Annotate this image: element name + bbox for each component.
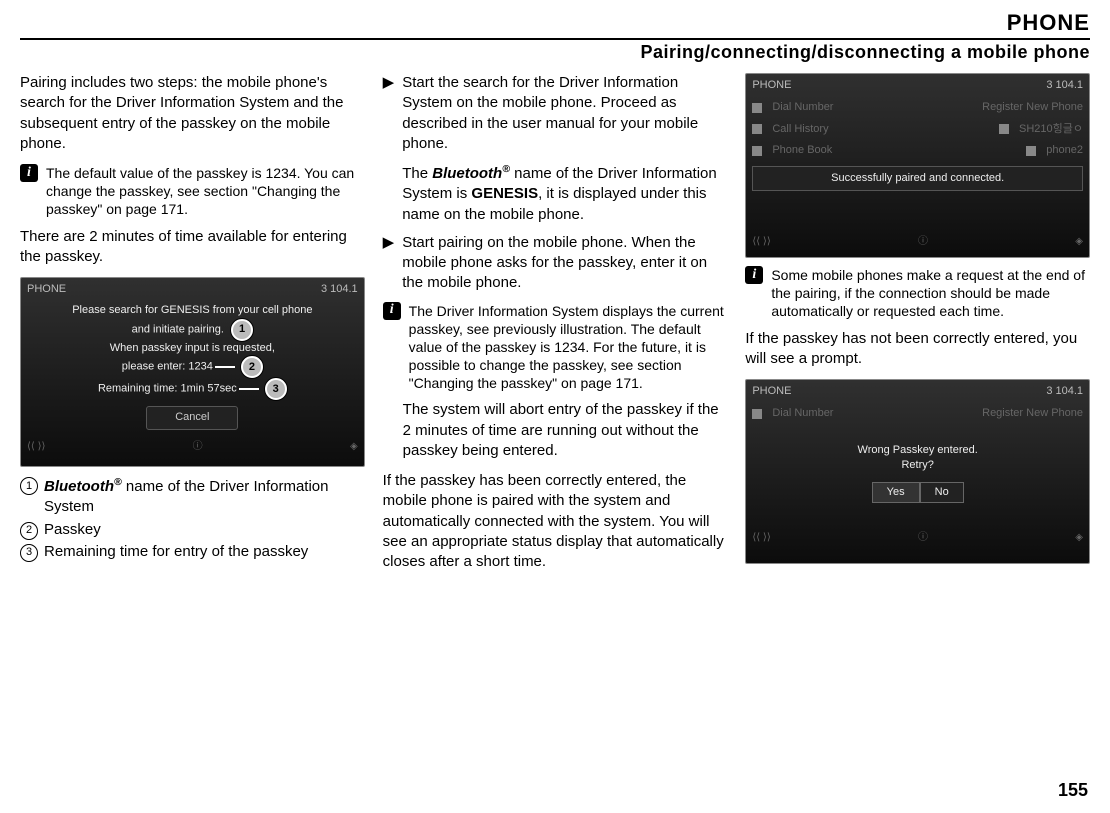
step-1: ▶ Start the search for the Driver Inform… (383, 73, 728, 225)
s1b-gen: GENESIS (471, 185, 538, 202)
column-2: ▶ Start the search for the Driver Inform… (383, 73, 728, 582)
screenshot-wrong-passkey: PHONE 3 104.1 Dial Number Register New Ph… (745, 379, 1090, 564)
ss1-head-right: 3 104.1 (321, 282, 358, 297)
ss2-r1r: Register New Phone (982, 98, 1083, 117)
ss3-head-right: 3 104.1 (1046, 384, 1083, 399)
ss1-line4: Remaining time: 1min 57sec 3 (31, 378, 354, 400)
ss3-yes-button: Yes (872, 482, 920, 503)
circ-num-2: 2 (20, 522, 38, 540)
step-1b: The Bluetooth® name of the Driver Inform… (402, 162, 727, 225)
info-note-3: i Some mobile phones make a request at t… (745, 266, 1090, 321)
intro-paragraph: Pairing includes two steps: the mobile p… (20, 73, 365, 154)
step-2-text: Start pairing on the mobile phone. When … (402, 233, 727, 294)
ss3-no-button: No (920, 482, 964, 503)
ss3-msg2: Retry? (752, 458, 1083, 473)
ss1-cancel-button: Cancel (146, 406, 238, 429)
info-text-2: The Driver Information System displays t… (409, 302, 728, 393)
caption-2: 2 Passkey (20, 520, 365, 540)
ss2-success-msg: Successfully paired and connected. (752, 166, 1083, 191)
ss2-head-right: 3 104.1 (1046, 78, 1083, 93)
ss3-head-left: PHONE (752, 384, 791, 399)
info-icon: i (383, 302, 401, 320)
info-text-3: Some mobile phones make a request at the… (771, 266, 1090, 321)
circ-num-3: 3 (20, 544, 38, 562)
s1b-bt: Bluetooth (432, 165, 502, 182)
info-small-icon: ⓘ (193, 440, 203, 454)
dial-icon (752, 409, 762, 419)
caption-1-bt: Bluetooth (44, 478, 114, 495)
caption-1-text: Bluetooth® name of the Driver Informatio… (44, 475, 365, 518)
device-icon (999, 124, 1009, 134)
header-title: PHONE (20, 10, 1090, 40)
page-number: 155 (1058, 780, 1088, 801)
ss1-head-left: PHONE (27, 282, 66, 297)
info-note-2: i The Driver Information System displays… (383, 302, 728, 393)
ss1-line1: Please search for GENESIS from your cell… (31, 303, 354, 318)
info-text-1: The default value of the passkey is 1234… (46, 164, 365, 219)
header-subtitle: Pairing/connecting/disconnecting a mobil… (20, 42, 1090, 63)
column-3: PHONE 3 104.1 Dial Number Register New Ph… (745, 73, 1090, 582)
info-icon: i (20, 164, 38, 182)
screenshot-search-genesis: PHONE 3 104.1 Please search for GENESIS … (20, 277, 365, 467)
phonebook-icon (752, 146, 762, 156)
callout-badge-1: 1 (231, 319, 253, 341)
step-marker-icon: ▶ (383, 233, 395, 253)
ss1-line4-text: Remaining time: 1min 57sec (98, 383, 237, 395)
callout-badge-3: 3 (265, 378, 287, 400)
screenshot-success: PHONE 3 104.1 Dial Number Register New Ph… (745, 73, 1090, 258)
correct-paragraph: If the passkey has been correctly entere… (383, 471, 728, 572)
device-icon (1026, 146, 1036, 156)
time-available-paragraph: There are 2 minutes of time available fo… (20, 227, 365, 268)
s1b-pre: The (402, 165, 432, 182)
ss2-r1l: Dial Number (772, 100, 833, 115)
ss2-r2r: SH210힝글ㅇ (1019, 122, 1083, 137)
caption-1: 1 Bluetooth® name of the Driver Informat… (20, 475, 365, 518)
ss2-r3r: phone2 (1046, 143, 1083, 158)
caption-3: 3 Remaining time for entry of the passke… (20, 542, 365, 562)
step-marker-icon: ▶ (383, 73, 395, 93)
info-small-icon: ⓘ (918, 235, 928, 249)
column-1: Pairing includes two steps: the mobile p… (20, 73, 365, 582)
step-1a: Start the search for the Driver Informat… (402, 73, 727, 154)
wrong-intro: If the passkey has not been correctly en… (745, 329, 1090, 370)
info-note-1: i The default value of the passkey is 12… (20, 164, 365, 219)
history-icon (752, 124, 762, 134)
ss1-line2-text: and initiate pairing. (132, 323, 224, 335)
caption-3-text: Remaining time for entry of the passkey (44, 542, 308, 562)
ss2-r2l: Call History (772, 122, 828, 137)
ss1-line3b: please enter: 1234 2 (31, 356, 354, 378)
ss3-r1r: Register New Phone (982, 404, 1083, 423)
ss2-head-left: PHONE (752, 78, 791, 93)
info-small-icon: ⓘ (918, 531, 928, 545)
ss1-line2: and initiate pairing. 1 (31, 319, 354, 341)
dial-icon (752, 103, 762, 113)
info-icon: i (745, 266, 763, 284)
ss2-r3l: Phone Book (772, 143, 832, 158)
ss1-line3a: When passkey input is requested, (31, 341, 354, 356)
ss3-r1l: Dial Number (772, 406, 833, 421)
ss1-line3b-text: please enter: 1234 (122, 361, 213, 373)
step-2: ▶ Start pairing on the mobile phone. Whe… (383, 233, 728, 294)
ss3-msg1: Wrong Passkey entered. (752, 443, 1083, 458)
callout-badge-2: 2 (241, 356, 263, 378)
abort-paragraph: The system will abort entry of the passk… (403, 400, 728, 461)
circ-num-1: 1 (20, 477, 38, 495)
caption-2-text: Passkey (44, 520, 101, 540)
